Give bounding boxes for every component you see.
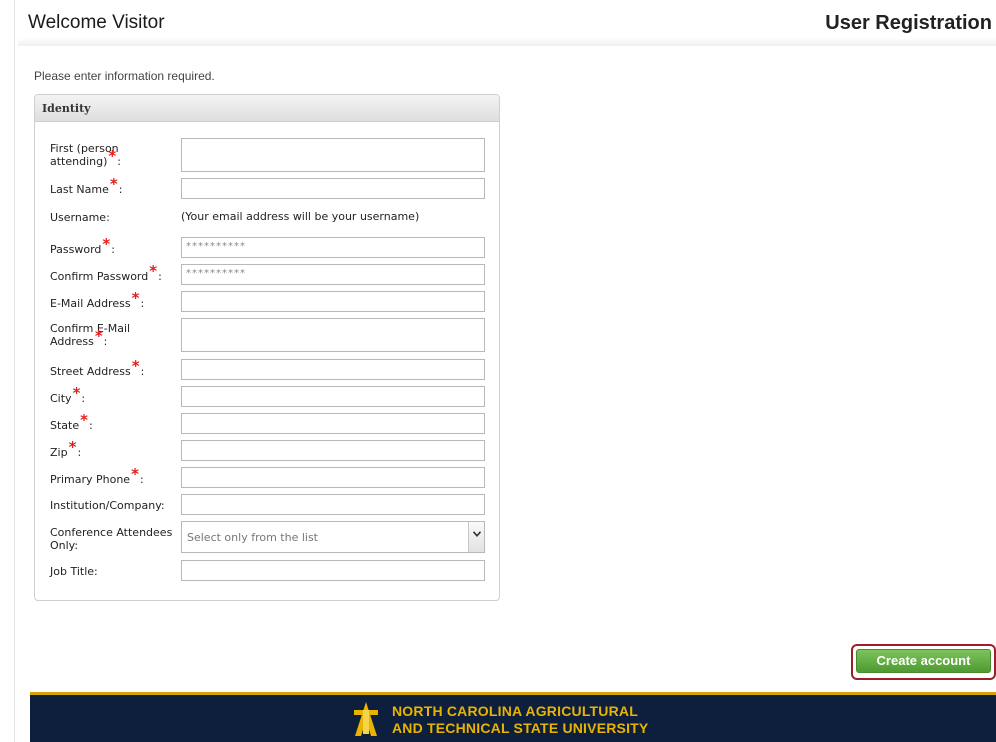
last-name-label: Last Name*: [50, 175, 123, 197]
confirm-email-label: Confirm E-Mail Address*: [50, 322, 131, 348]
required-marker: * [109, 175, 118, 193]
create-account-button[interactable]: Create account [856, 649, 991, 673]
conference-label: Conference Attendees Only: [50, 526, 173, 552]
university-name-line1: NORTH CAROLINA AGRICULTURAL [392, 703, 638, 719]
username-label: Username: [50, 211, 110, 224]
zip-input[interactable] [181, 440, 485, 461]
required-marker: * [149, 262, 158, 280]
welcome-text: Welcome Visitor [28, 12, 165, 33]
confirm-password-label: Confirm Password*: [50, 262, 162, 284]
required-marker: * [131, 289, 140, 307]
state-label: State*: [50, 411, 93, 433]
institution-input[interactable] [181, 494, 485, 515]
first-name-input[interactable] [181, 138, 485, 172]
state-input[interactable] [181, 413, 485, 434]
required-marker: * [80, 411, 88, 429]
required-marker: * [131, 357, 140, 375]
create-account-highlight: Create account [851, 644, 996, 680]
email-label: E-Mail Address*: [50, 289, 145, 311]
panel-title: Identity [35, 95, 499, 122]
top-bar: Welcome Visitor User Registration [18, 0, 996, 46]
conference-select[interactable]: Select only from the list [181, 521, 485, 553]
confirm-email-input[interactable] [181, 318, 485, 352]
confirm-password-input[interactable]: ********** [181, 264, 485, 285]
required-marker: * [68, 438, 77, 456]
job-title-label: Job Title: [50, 565, 98, 578]
username-note: (Your email address will be your usernam… [181, 210, 420, 223]
aggie-logo-icon [354, 702, 378, 736]
required-marker: * [108, 147, 117, 165]
page-title: User Registration [825, 12, 992, 34]
identity-panel: Identity First (person attending)*: Last… [34, 94, 500, 601]
email-input[interactable] [181, 291, 485, 312]
job-title-input[interactable] [181, 560, 485, 581]
street-label: Street Address*: [50, 357, 145, 379]
conference-select-value: Select only from the list [187, 531, 318, 544]
required-marker: * [72, 384, 81, 402]
university-name-line2: AND TECHNICAL STATE UNIVERSITY [392, 720, 649, 736]
city-label: City*: [50, 384, 86, 406]
institution-label: Institution/Company: [50, 499, 165, 512]
university-footer: NORTH CAROLINA AGRICULTURAL AND TECHNICA… [30, 692, 996, 742]
last-name-input[interactable] [181, 178, 485, 199]
university-name: NORTH CAROLINA AGRICULTURAL AND TECHNICA… [392, 703, 648, 737]
password-input[interactable]: ********** [181, 237, 485, 258]
chevron-down-icon[interactable] [468, 522, 484, 552]
required-marker: * [94, 327, 103, 345]
required-marker: * [102, 235, 111, 253]
instructions-text: Please enter information required. [34, 69, 215, 83]
street-input[interactable] [181, 359, 485, 380]
phone-label: Primary Phone*: [50, 465, 144, 487]
first-name-label: First (person attending)*: [50, 142, 121, 168]
zip-label: Zip*: [50, 438, 82, 460]
password-label: Password*: [50, 235, 115, 257]
city-input[interactable] [181, 386, 485, 407]
phone-input[interactable] [181, 467, 485, 488]
page-left-rule [14, 0, 15, 742]
required-marker: * [131, 465, 139, 483]
